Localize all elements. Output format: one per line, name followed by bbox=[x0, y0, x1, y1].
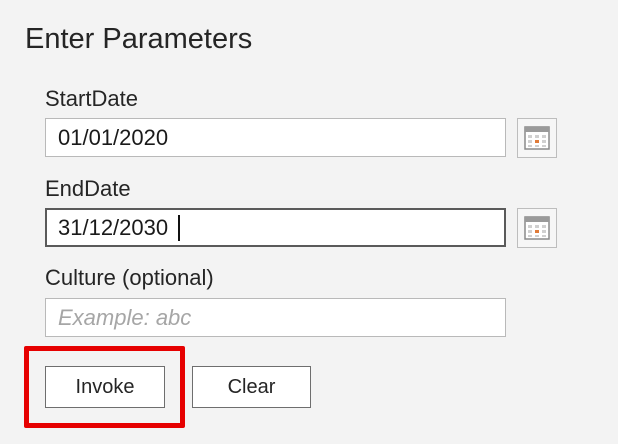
end-date-calendar-button[interactable] bbox=[517, 208, 557, 248]
calendar-icon bbox=[524, 216, 550, 240]
clear-button[interactable]: Clear bbox=[192, 366, 311, 408]
end-date-label: EndDate bbox=[45, 176, 131, 201]
calendar-icon bbox=[524, 126, 550, 150]
start-date-input[interactable] bbox=[45, 118, 506, 157]
text-caret bbox=[178, 215, 180, 241]
culture-input[interactable] bbox=[45, 298, 506, 337]
start-date-calendar-button[interactable] bbox=[517, 118, 557, 158]
end-date-input[interactable] bbox=[45, 208, 506, 247]
culture-label: Culture (optional) bbox=[45, 265, 214, 290]
start-date-label: StartDate bbox=[45, 86, 138, 111]
invoke-button[interactable]: Invoke bbox=[45, 366, 165, 408]
dialog-title: Enter Parameters bbox=[25, 23, 253, 55]
enter-parameters-panel: Enter Parameters StartDate EndDate bbox=[0, 0, 618, 444]
